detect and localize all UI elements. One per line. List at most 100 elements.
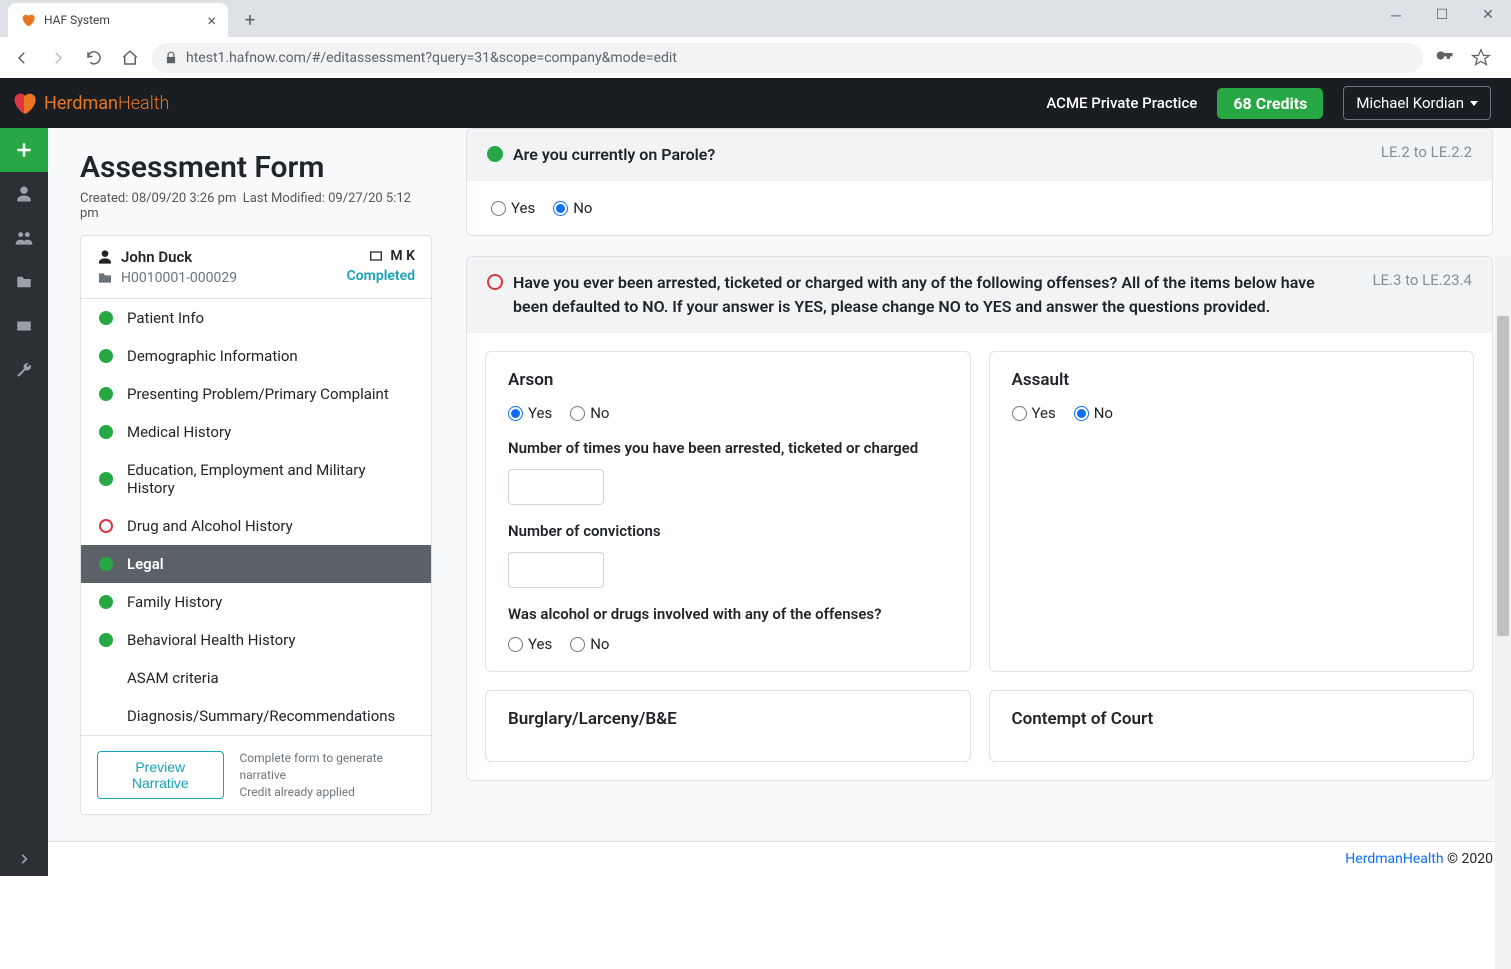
question-offenses: Have you ever been arrested, ticketed or…	[466, 256, 1493, 781]
section-label: Education, Employment and Military Histo…	[127, 461, 413, 497]
practice-name: ACME Private Practice	[1046, 94, 1197, 112]
status-badge: Completed	[347, 268, 415, 284]
status-dot-icon	[99, 557, 113, 571]
rail-user-icon[interactable]	[0, 172, 48, 216]
browser-tab[interactable]: HAF System ×	[8, 3, 228, 37]
scrollbar-thumb[interactable]	[1497, 316, 1509, 636]
sidebar-section-item[interactable]: Drug and Alcohol History	[81, 507, 431, 545]
section-label: Diagnosis/Summary/Recommendations	[127, 707, 395, 725]
status-dot-icon	[99, 709, 113, 723]
arson-conv-input[interactable]	[508, 552, 604, 588]
parole-yes-option[interactable]: Yes	[491, 199, 535, 217]
section-label: Legal	[127, 555, 164, 573]
new-tab-button[interactable]: +	[236, 6, 264, 34]
offense-title: Assault	[1012, 370, 1452, 390]
sidebar-section-item[interactable]: Demographic Information	[81, 337, 431, 375]
sidebar-section-item[interactable]: Medical History	[81, 413, 431, 451]
sidebar-section-item[interactable]: Patient Info	[81, 299, 431, 337]
person-icon	[97, 249, 113, 265]
section-label: ASAM criteria	[127, 669, 219, 687]
sidebar-section-item[interactable]: Family History	[81, 583, 431, 621]
arson-times-label: Number of times you have been arrested, …	[508, 438, 948, 459]
back-button[interactable]	[8, 44, 36, 72]
main-content: Are you currently on Parole? LE.2 to LE.…	[464, 128, 1511, 841]
timestamps: Created: 08/09/20 3:26 pm Last Modified:…	[80, 191, 432, 221]
window-minimize[interactable]: ─	[1373, 0, 1419, 30]
mk-label: M K	[390, 248, 415, 264]
section-label: Presenting Problem/Primary Complaint	[127, 385, 389, 403]
status-dot-icon	[99, 633, 113, 647]
footer-copy: © 2020	[1444, 851, 1493, 867]
heart-icon	[10, 89, 38, 117]
question-code: LE.2 to LE.2.2	[1381, 143, 1472, 161]
rail-folder-icon[interactable]	[0, 260, 48, 304]
rail-wrench-icon[interactable]	[0, 348, 48, 392]
sidebar-section-item[interactable]: Diagnosis/Summary/Recommendations	[81, 697, 431, 735]
card-icon	[368, 248, 384, 264]
status-dot-icon	[99, 425, 113, 439]
parole-no-option[interactable]: No	[553, 199, 592, 217]
arson-alc-no-option[interactable]: No	[570, 635, 609, 653]
icon-rail	[0, 128, 48, 841]
status-dot-icon	[99, 349, 113, 363]
chevron-down-icon	[1470, 101, 1478, 106]
offense-title: Burglary/Larceny/B&E	[508, 709, 948, 729]
arson-alcdrug-label: Was alcohol or drugs involved with any o…	[508, 604, 948, 625]
rail-users-icon[interactable]	[0, 216, 48, 260]
brand-logo[interactable]: HerdmanHealth	[10, 89, 169, 117]
status-dot-icon	[99, 387, 113, 401]
star-icon[interactable]	[1467, 44, 1495, 72]
status-ring-icon	[487, 274, 503, 290]
assault-no-option[interactable]: No	[1074, 404, 1113, 422]
offense-title: Arson	[508, 370, 948, 390]
forward-button[interactable]	[44, 44, 72, 72]
window-maximize[interactable]: ☐	[1419, 0, 1465, 30]
question-text: Have you ever been arrested, ticketed or…	[513, 271, 1350, 319]
section-label: Behavioral Health History	[127, 631, 295, 649]
arson-yes-option[interactable]: Yes	[508, 404, 552, 422]
window-close[interactable]: ✕	[1465, 0, 1511, 30]
sidebar-section-item[interactable]: Education, Employment and Military Histo…	[81, 451, 431, 507]
assault-yes-option[interactable]: Yes	[1012, 404, 1056, 422]
address-bar[interactable]: htest1.hafnow.com/#/editassessment?query…	[152, 43, 1423, 73]
heart-icon	[20, 12, 36, 28]
question-text: Are you currently on Parole?	[513, 143, 1359, 167]
status-dot-icon	[99, 519, 113, 533]
reload-button[interactable]	[80, 44, 108, 72]
window-controls: ─ ☐ ✕	[1373, 0, 1511, 30]
footer-brand-link[interactable]: HerdmanHealth	[1345, 851, 1443, 867]
offense-arson: Arson Yes No Number of times you have be…	[485, 351, 971, 672]
status-dot-icon	[99, 311, 113, 325]
sidebar-section-item[interactable]: Presenting Problem/Primary Complaint	[81, 375, 431, 413]
expand-rail-button[interactable]	[0, 841, 48, 876]
status-dot-icon	[99, 671, 113, 685]
close-icon[interactable]: ×	[207, 11, 216, 30]
arson-alc-yes-option[interactable]: Yes	[508, 635, 552, 653]
home-button[interactable]	[116, 44, 144, 72]
rail-card-icon[interactable]	[0, 304, 48, 348]
patient-name: John Duck	[121, 248, 192, 266]
scrollbar[interactable]	[1495, 256, 1511, 969]
rail-add-button[interactable]	[0, 128, 48, 172]
lock-icon	[164, 51, 178, 65]
key-icon[interactable]	[1431, 44, 1459, 72]
credits-badge[interactable]: 68 Credits	[1217, 88, 1323, 119]
user-menu[interactable]: Michael Kordian	[1343, 86, 1491, 120]
sidebar: Assessment Form Created: 08/09/20 3:26 p…	[48, 128, 464, 841]
browser-chrome: ─ ☐ ✕ HAF System × + htest1.h	[0, 0, 1511, 78]
offense-title: Contempt of Court	[1012, 709, 1452, 729]
app-header: HerdmanHealth ACME Private Practice 68 C…	[0, 78, 1511, 128]
arson-times-input[interactable]	[508, 469, 604, 505]
sidebar-section-item[interactable]: Legal	[81, 545, 431, 583]
status-dot-icon	[99, 595, 113, 609]
preview-narrative-button[interactable]: Preview Narrative	[97, 751, 224, 799]
status-dot-icon	[99, 472, 113, 486]
patient-id: H0010001-000029	[121, 270, 237, 286]
footer: HerdmanHealth © 2020	[0, 841, 1511, 876]
sidebar-section-item[interactable]: ASAM criteria	[81, 659, 431, 697]
section-label: Family History	[127, 593, 222, 611]
arson-no-option[interactable]: No	[570, 404, 609, 422]
offense-burglary: Burglary/Larceny/B&E	[485, 690, 971, 762]
question-code: LE.3 to LE.23.4	[1372, 271, 1472, 289]
sidebar-section-item[interactable]: Behavioral Health History	[81, 621, 431, 659]
